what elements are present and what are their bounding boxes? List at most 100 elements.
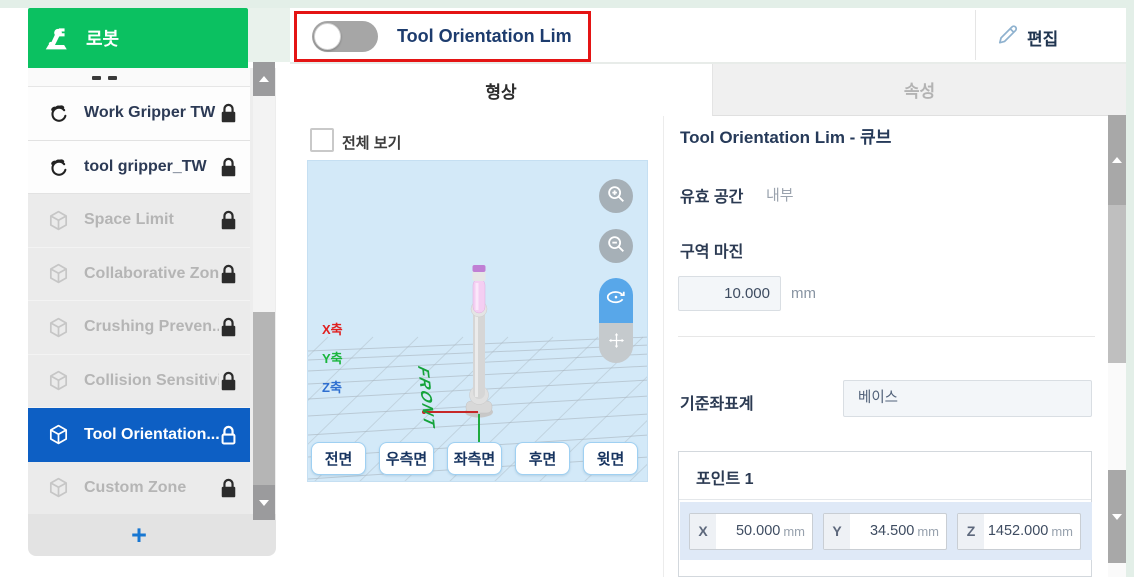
header-gap — [248, 8, 290, 62]
sidebar-item-label: Collaborative Zone — [84, 265, 219, 283]
viewer-3d-canvas[interactable]: FRONT — [307, 160, 648, 482]
page-right-margin — [1126, 0, 1134, 577]
axis-label-x축: X축 — [322, 319, 343, 338]
robot-arm-icon — [43, 24, 73, 52]
sidebar-item-space-limit[interactable]: Space Limit — [28, 194, 250, 248]
lock-icon — [219, 477, 238, 499]
lock-icon — [219, 156, 238, 178]
zone-name-label: Tool Orientation Lim — [397, 26, 572, 47]
zone-margin-unit: mm — [791, 285, 816, 302]
tab-shape-label: 형상 — [485, 78, 516, 103]
clipped-glyph — [92, 76, 101, 80]
sidebar-item-collaborative-zone[interactable]: Collaborative Zone — [28, 248, 250, 302]
lock-icon — [219, 102, 238, 124]
sidebar-item-work-gripper-tw[interactable]: Work Gripper TW — [28, 87, 250, 141]
cube-icon — [46, 423, 71, 446]
zone-margin-input[interactable]: 10.000 — [678, 276, 781, 311]
pencil-icon — [995, 22, 1020, 52]
arrow-down-icon — [259, 500, 269, 506]
axis-label-z축: Z축 — [322, 377, 342, 396]
sidebar-item-label: Space Limit — [84, 211, 219, 229]
sidebar-item-label: Work Gripper TW — [84, 104, 219, 122]
sidebar-item-tool-gripper-tw[interactable]: tool gripper_TW — [28, 141, 250, 195]
plus-icon: + — [28, 516, 250, 554]
coord-axis-label: Y — [824, 514, 850, 549]
rotate-mode-button[interactable] — [599, 278, 633, 323]
view-button-윗면[interactable]: 윗면 — [583, 442, 638, 475]
pan-mode-button[interactable] — [599, 323, 633, 363]
view-button-후면[interactable]: 후면 — [515, 442, 570, 475]
sidebar-list: Work Gripper TW tool gripper_TW Space Limi… — [28, 68, 250, 514]
show-all-label: 전체 보기 — [342, 132, 401, 153]
clipped-list-item[interactable] — [28, 68, 250, 87]
sidebar-item-collision-sensitivit[interactable]: Collision Sensitivit — [28, 355, 250, 409]
sidebar-item-tool-orientation[interactable]: Tool Orientation... — [28, 408, 250, 462]
arrow-down-icon — [1112, 514, 1122, 520]
coord-field-y[interactable]: Y34.500mm — [823, 513, 947, 550]
edit-button-label: 편집 — [1027, 25, 1058, 50]
properties-scrollbar[interactable] — [1108, 115, 1126, 577]
arrow-up-icon — [1112, 157, 1122, 163]
valid-space-label: 유효 공간 — [680, 183, 743, 207]
scroll-up-button[interactable] — [1108, 115, 1126, 205]
view-buttons-row: 전면 우측면 좌측면 후면 윗면 — [311, 442, 638, 475]
scroll-down-button[interactable] — [1108, 470, 1126, 563]
valid-space-value: 내부 — [766, 184, 794, 205]
coord-axis-label: Z — [958, 514, 984, 549]
sidebar-title: 로봇 — [86, 25, 119, 51]
show-all-checkbox[interactable] — [310, 128, 334, 152]
point1-coord-row: X50.000mmY34.500mmZ1452.000mm — [680, 502, 1092, 560]
coord-unit: mm — [780, 524, 812, 539]
point1-divider — [679, 499, 1091, 500]
view-button-좌측면[interactable]: 좌측면 — [447, 442, 502, 475]
zoom-in-icon — [605, 183, 627, 210]
scroll-down-button[interactable] — [253, 485, 275, 520]
viewer-mode-capsule — [599, 278, 633, 363]
coord-field-x[interactable]: X50.000mm — [689, 513, 813, 550]
zone-enable-toggle[interactable] — [312, 21, 378, 52]
lock-icon — [219, 263, 238, 285]
sidebar-scrollbar[interactable] — [253, 62, 275, 520]
scrollbar-thumb[interactable] — [1108, 205, 1126, 363]
coord-field-z[interactable]: Z1452.000mm — [957, 513, 1081, 550]
view-button-전면[interactable]: 전면 — [311, 442, 366, 475]
scrollbar-thumb[interactable] — [253, 312, 275, 485]
add-zone-button[interactable]: + — [28, 514, 276, 556]
sidebar-item-label: Crushing Preven... — [84, 318, 219, 336]
arrow-up-icon — [259, 76, 269, 82]
gripper-icon — [46, 101, 71, 125]
section-divider — [678, 336, 1095, 337]
rotate-3d-icon — [605, 287, 627, 314]
sidebar-item-label: tool gripper_TW — [84, 158, 219, 176]
zoom-out-button[interactable] — [599, 229, 633, 263]
tab-properties[interactable]: 속성 — [712, 64, 1126, 116]
floor-front-label: FRONT — [413, 354, 439, 442]
tab-shape[interactable]: 형상 — [290, 64, 712, 116]
clipped-glyph — [108, 76, 117, 80]
cube-icon — [46, 262, 71, 285]
axis-label-y축: Y축 — [322, 348, 343, 367]
sidebar-item-crushing-preven[interactable]: Crushing Preven... — [28, 301, 250, 355]
zoom-out-icon — [605, 233, 627, 260]
coord-value: 1452.000 — [984, 523, 1048, 539]
toggle-knob — [314, 23, 341, 50]
view-button-우측면[interactable]: 우측면 — [379, 442, 434, 475]
floor-grid-and-robot — [308, 161, 648, 482]
sidebar-item-custom-zone[interactable]: Custom Zone — [28, 462, 250, 515]
scroll-up-button[interactable] — [253, 62, 275, 96]
reference-frame-label: 기준좌표계 — [680, 390, 754, 414]
cube-icon — [46, 209, 71, 232]
move-icon — [607, 331, 626, 355]
top-bar-divider — [975, 10, 976, 60]
tab-properties-label: 속성 — [904, 77, 935, 102]
sidebar-item-label: Tool Orientation... — [84, 426, 219, 444]
zoom-in-button[interactable] — [599, 179, 633, 213]
sidebar-item-label: Collision Sensitivit — [84, 372, 219, 390]
sidebar-item-label: Custom Zone — [84, 479, 219, 497]
zone-margin-label: 구역 마진 — [680, 238, 743, 262]
coord-value: 50.000 — [716, 523, 780, 539]
reference-frame-input[interactable]: 베이스 — [843, 380, 1092, 417]
lock-icon — [219, 316, 238, 338]
cube-icon — [46, 369, 71, 392]
edit-button[interactable]: 편집 — [995, 18, 1105, 56]
